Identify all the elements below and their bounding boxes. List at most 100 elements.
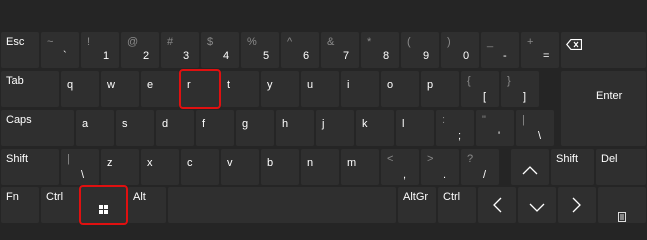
key-s[interactable]: s <box>116 110 154 146</box>
key-win[interactable] <box>79 185 128 225</box>
key-equals[interactable]: + = <box>521 32 559 68</box>
key-up[interactable] <box>511 149 549 185</box>
key-0[interactable]: ) 0 <box>441 32 479 68</box>
key-3-shift-label: # <box>167 36 174 48</box>
key-slash[interactable]: ? / <box>461 149 499 185</box>
key-esc[interactable]: Esc <box>1 32 39 68</box>
key-c[interactable]: c <box>181 149 219 185</box>
key-comma[interactable]: <, <box>381 149 419 185</box>
key-rshift-label: Shift <box>556 153 579 165</box>
key-lshift[interactable]: Shift <box>1 149 59 185</box>
key-altgr-label: AltGr <box>403 191 429 203</box>
key-e-label: e <box>147 79 154 91</box>
key-0-label: 0 <box>463 50 470 62</box>
key-quote[interactable]: " ' <box>476 110 514 146</box>
key-m[interactable]: m <box>341 149 379 185</box>
key-d[interactable]: d <box>156 110 194 146</box>
key-7[interactable]: & 7 <box>321 32 359 68</box>
key-z[interactable]: z <box>101 149 139 185</box>
key-1-shift-label: ! <box>87 36 91 48</box>
key-slash-shift-label: ? <box>467 153 474 165</box>
key-down[interactable] <box>518 187 556 223</box>
key-u[interactable]: u <box>301 71 339 107</box>
key-fn-label: Fn <box>6 191 19 203</box>
key-semicolon[interactable]: :; <box>436 110 474 146</box>
key-rctrl-label: Ctrl <box>443 191 461 203</box>
key-quote-label: ' <box>498 130 501 142</box>
key-rbracket[interactable]: }] <box>501 71 539 107</box>
key-t-label: t <box>227 79 231 91</box>
key-enter[interactable]: Enter <box>561 71 646 146</box>
key-menu[interactable] <box>598 187 646 223</box>
key-2[interactable]: @2 <box>121 32 159 68</box>
key-caps[interactable]: Caps <box>1 110 74 146</box>
key-0-shift-label: ) <box>447 36 451 48</box>
key-q[interactable]: q <box>61 71 99 107</box>
key-5-shift-label: % <box>247 36 257 48</box>
arrow-right-icon <box>572 197 582 218</box>
key-rshift[interactable]: Shift <box>551 149 594 185</box>
key-o[interactable]: o <box>381 71 419 107</box>
key-backspace[interactable] <box>561 32 646 68</box>
key-r[interactable]: r <box>179 69 221 109</box>
key-backslash-label: \ <box>538 130 542 142</box>
key-t[interactable]: t <box>221 71 259 107</box>
key-lbracket[interactable]: {[ <box>461 71 499 107</box>
key-b[interactable]: b <box>261 149 299 185</box>
key-z-label: z <box>107 157 113 169</box>
key-right[interactable] <box>558 187 596 223</box>
key-6[interactable]: ^ 6 <box>281 32 319 68</box>
key-k[interactable]: k <box>356 110 394 146</box>
key-oem102[interactable]: | \ <box>61 149 99 185</box>
key-p[interactable]: p <box>421 71 459 107</box>
key-oem102-shift-label: | <box>67 153 70 165</box>
key-del[interactable]: Del <box>596 149 646 185</box>
key-backquote[interactable]: ~ ` <box>41 32 79 68</box>
key-fn[interactable]: Fn <box>1 187 39 223</box>
on-screen-keyboard: Esc ~ `! 1 @2 #3 $4% 5 ^ 6 & 7 * 8(9) 0 _ - + = Tab q w e r t y u i… <box>0 0 647 226</box>
key-8-shift-label: * <box>367 36 372 48</box>
key-a[interactable]: a <box>76 110 114 146</box>
key-5[interactable]: % 5 <box>241 32 279 68</box>
key-alt[interactable]: Alt <box>128 187 166 223</box>
key-rctrl[interactable]: Ctrl <box>438 187 476 223</box>
key-7-shift-label: & <box>327 36 335 48</box>
key-3[interactable]: #3 <box>161 32 199 68</box>
key-w[interactable]: w <box>101 71 139 107</box>
key-4[interactable]: $4 <box>201 32 239 68</box>
key-s-label: s <box>122 118 128 130</box>
key-rbracket-label: ] <box>523 91 527 103</box>
key-1[interactable]: ! 1 <box>81 32 119 68</box>
key-x[interactable]: x <box>141 149 179 185</box>
backspace-icon <box>566 37 583 55</box>
key-h[interactable]: h <box>276 110 314 146</box>
key-8[interactable]: * 8 <box>361 32 399 68</box>
windows-logo-icon <box>99 201 108 219</box>
key-minus[interactable]: _ - <box>481 32 519 68</box>
key-period[interactable]: >. <box>421 149 459 185</box>
key-m-label: m <box>347 157 357 169</box>
key-3-label: 3 <box>183 50 190 62</box>
key-space[interactable] <box>168 187 396 223</box>
key-y[interactable]: y <box>261 71 299 107</box>
key-esc-label: Esc <box>6 36 25 48</box>
key-altgr[interactable]: AltGr <box>398 187 436 223</box>
key-backquote-label: ` <box>63 50 67 62</box>
key-i[interactable]: i <box>341 71 379 107</box>
key-2-label: 2 <box>143 50 150 62</box>
key-left[interactable] <box>478 187 516 223</box>
key-ctrl[interactable]: Ctrl <box>41 187 79 223</box>
key-b-label: b <box>267 157 274 169</box>
key-caps-label: Caps <box>6 114 32 126</box>
key-g[interactable]: g <box>236 110 274 146</box>
key-n[interactable]: n <box>301 149 339 185</box>
key-tab[interactable]: Tab <box>1 71 59 107</box>
key-f[interactable]: f <box>196 110 234 146</box>
key-l[interactable]: l <box>396 110 434 146</box>
key-v[interactable]: v <box>221 149 259 185</box>
key-e[interactable]: e <box>141 71 179 107</box>
key-backslash[interactable]: | \ <box>516 110 554 146</box>
key-j[interactable]: j <box>316 110 354 146</box>
key-9-label: 9 <box>423 50 430 62</box>
key-9[interactable]: (9 <box>401 32 439 68</box>
